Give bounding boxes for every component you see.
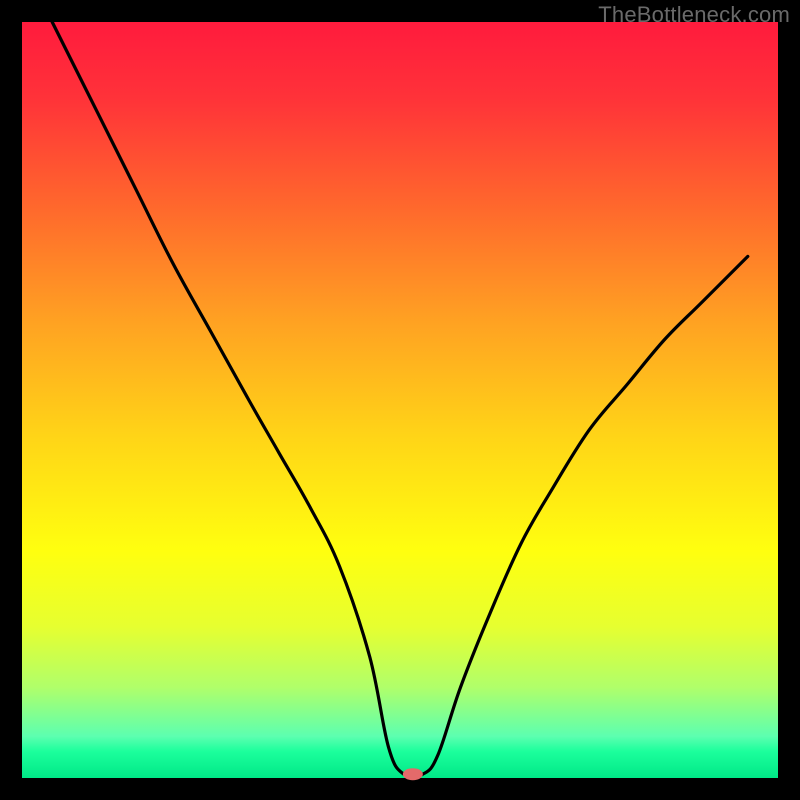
bottleneck-chart (0, 0, 800, 800)
watermark-text: TheBottleneck.com (598, 2, 790, 28)
optimum-marker (403, 768, 423, 780)
gradient-background (22, 22, 778, 778)
chart-frame: TheBottleneck.com (0, 0, 800, 800)
